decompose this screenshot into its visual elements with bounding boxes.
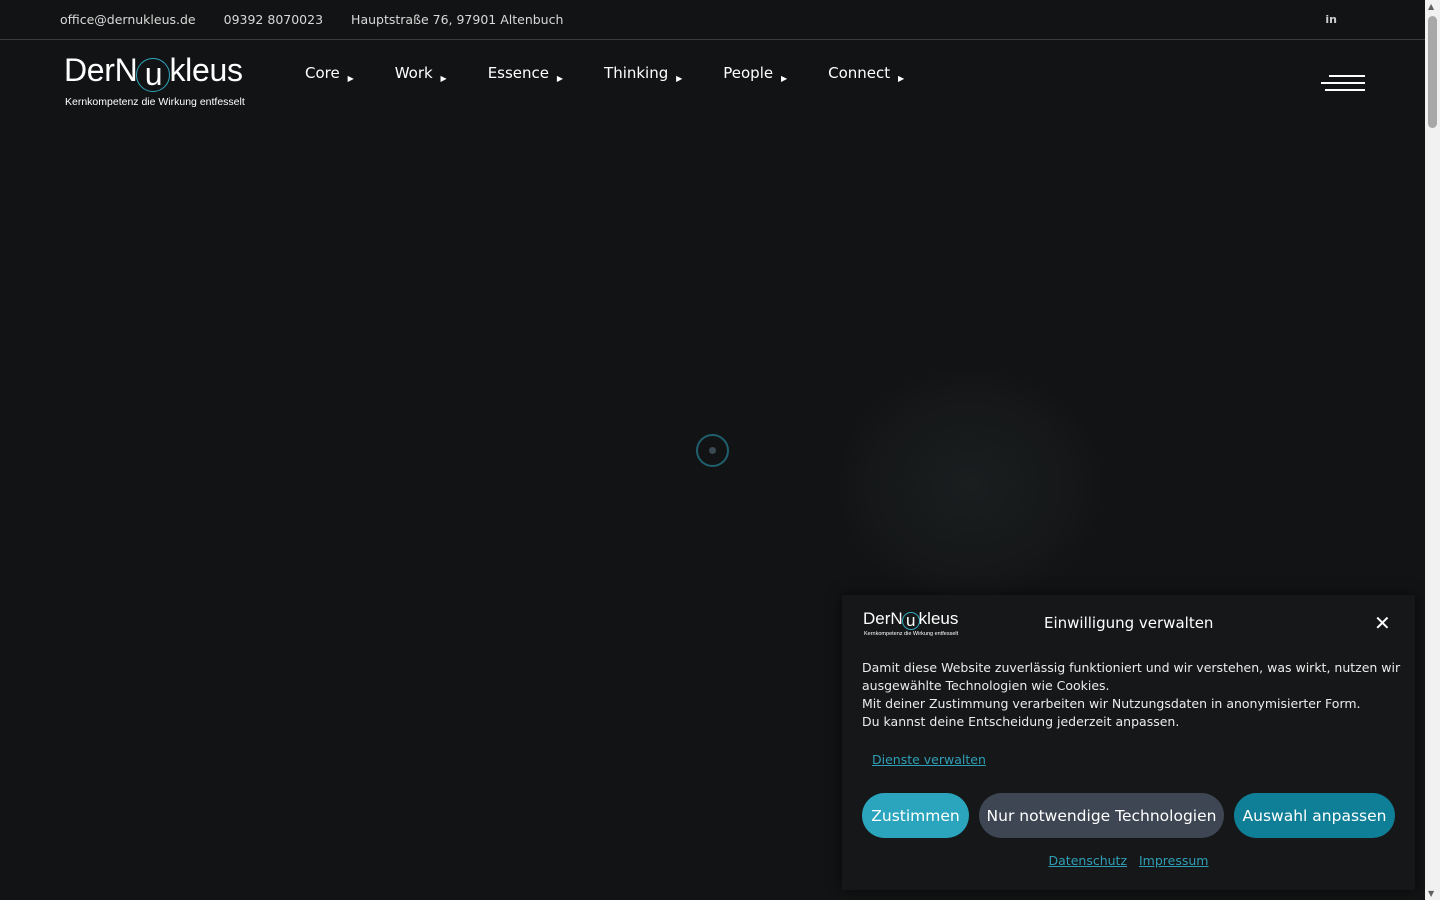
top-contact-bar: office@dernukleus.de 09392 8070023 Haupt…: [0, 0, 1425, 40]
page-scrollbar[interactable]: ▲ ▼: [1425, 0, 1440, 900]
privacy-link[interactable]: Datenschutz: [1049, 853, 1128, 868]
nav-item-people[interactable]: People ▶: [723, 64, 787, 86]
nav-item-core[interactable]: Core ▶: [305, 64, 354, 86]
logo-tagline: Kernkompetenz die Wirkung entfesselt: [65, 96, 245, 108]
cookie-consent-dialog: DerN u kleus Kernkompetenz die Wirkung ent…: [842, 595, 1415, 890]
cookie-text-line: Du kannst deine Entscheidung jederzeit a…: [862, 714, 1180, 729]
caret-right-icon: ▶: [347, 74, 354, 83]
nav-item-thinking[interactable]: Thinking ▶: [604, 64, 682, 86]
contact-address: Hauptstraße 76, 97901 Altenbuch: [351, 12, 564, 27]
imprint-link[interactable]: Impressum: [1139, 853, 1208, 868]
site-logo[interactable]: DerN u kleus Kernkompetenz die Wirkung ent…: [64, 52, 254, 112]
caret-right-icon: ▶: [676, 74, 683, 83]
logo-ring: u: [901, 612, 920, 630]
cookie-dialog-logo: DerN u kleus Kernkompetenz die Wirkung ent…: [863, 609, 963, 641]
cookie-dialog-title: Einwilligung verwalten: [1044, 614, 1214, 632]
cookie-text-line: Mit deiner Zustimmung verarbeiten wir Nu…: [862, 696, 1361, 711]
background-shape: [840, 370, 1100, 600]
contact-phone[interactable]: 09392 8070023: [224, 12, 323, 27]
caret-right-icon: ▶: [780, 74, 788, 83]
logo-wordmark: DerN u kleus: [64, 52, 243, 92]
loading-spinner-icon: [696, 434, 729, 467]
manage-services-link[interactable]: Dienste verwalten: [872, 752, 986, 767]
nav-item-connect[interactable]: Connect ▶: [828, 64, 904, 86]
cookie-text-line: Damit diese Website zuverlässig funktion…: [862, 660, 1401, 675]
hamburger-line: [1321, 82, 1365, 84]
hamburger-line: [1329, 75, 1365, 77]
accept-button[interactable]: Zustimmen: [862, 793, 969, 838]
contact-email[interactable]: office@dernukleus.de: [60, 12, 196, 27]
close-icon[interactable]: ✕: [1374, 613, 1391, 633]
nav-item-essence[interactable]: Essence ▶: [488, 64, 563, 86]
logo-ring: u: [136, 58, 171, 92]
logo-wordmark: DerN u kleus: [863, 609, 959, 630]
logo-tagline: Kernkompetenz die Wirkung entfesselt: [864, 631, 959, 637]
caret-right-icon: ▶: [440, 74, 447, 83]
hamburger-line: [1325, 89, 1365, 91]
cookie-dialog-text: Damit diese Website zuverlässig funktion…: [862, 659, 1402, 731]
nav-item-work[interactable]: Work ▶: [395, 64, 447, 86]
scroll-up-icon[interactable]: ▲: [1428, 2, 1434, 11]
cookie-footer-links: Datenschutz Impressum: [842, 853, 1415, 868]
scroll-down-icon[interactable]: ▼: [1428, 889, 1434, 898]
scrollbar-thumb[interactable]: [1428, 16, 1437, 128]
hamburger-menu-icon[interactable]: [1321, 73, 1365, 93]
necessary-only-button[interactable]: Nur notwendige Technologien: [979, 793, 1224, 838]
customize-selection-button[interactable]: Auswahl anpassen: [1234, 793, 1395, 838]
main-nav: Core ▶ Work ▶ Essence ▶ Thinking ▶ People ▶ C…: [305, 64, 945, 86]
caret-right-icon: ▶: [897, 74, 905, 83]
loader-dot: [709, 447, 716, 454]
linkedin-icon[interactable]: in: [1325, 13, 1337, 26]
caret-right-icon: ▶: [556, 74, 564, 83]
cookie-text-line: ausgewählte Technologien wie Cookies.: [862, 678, 1110, 693]
